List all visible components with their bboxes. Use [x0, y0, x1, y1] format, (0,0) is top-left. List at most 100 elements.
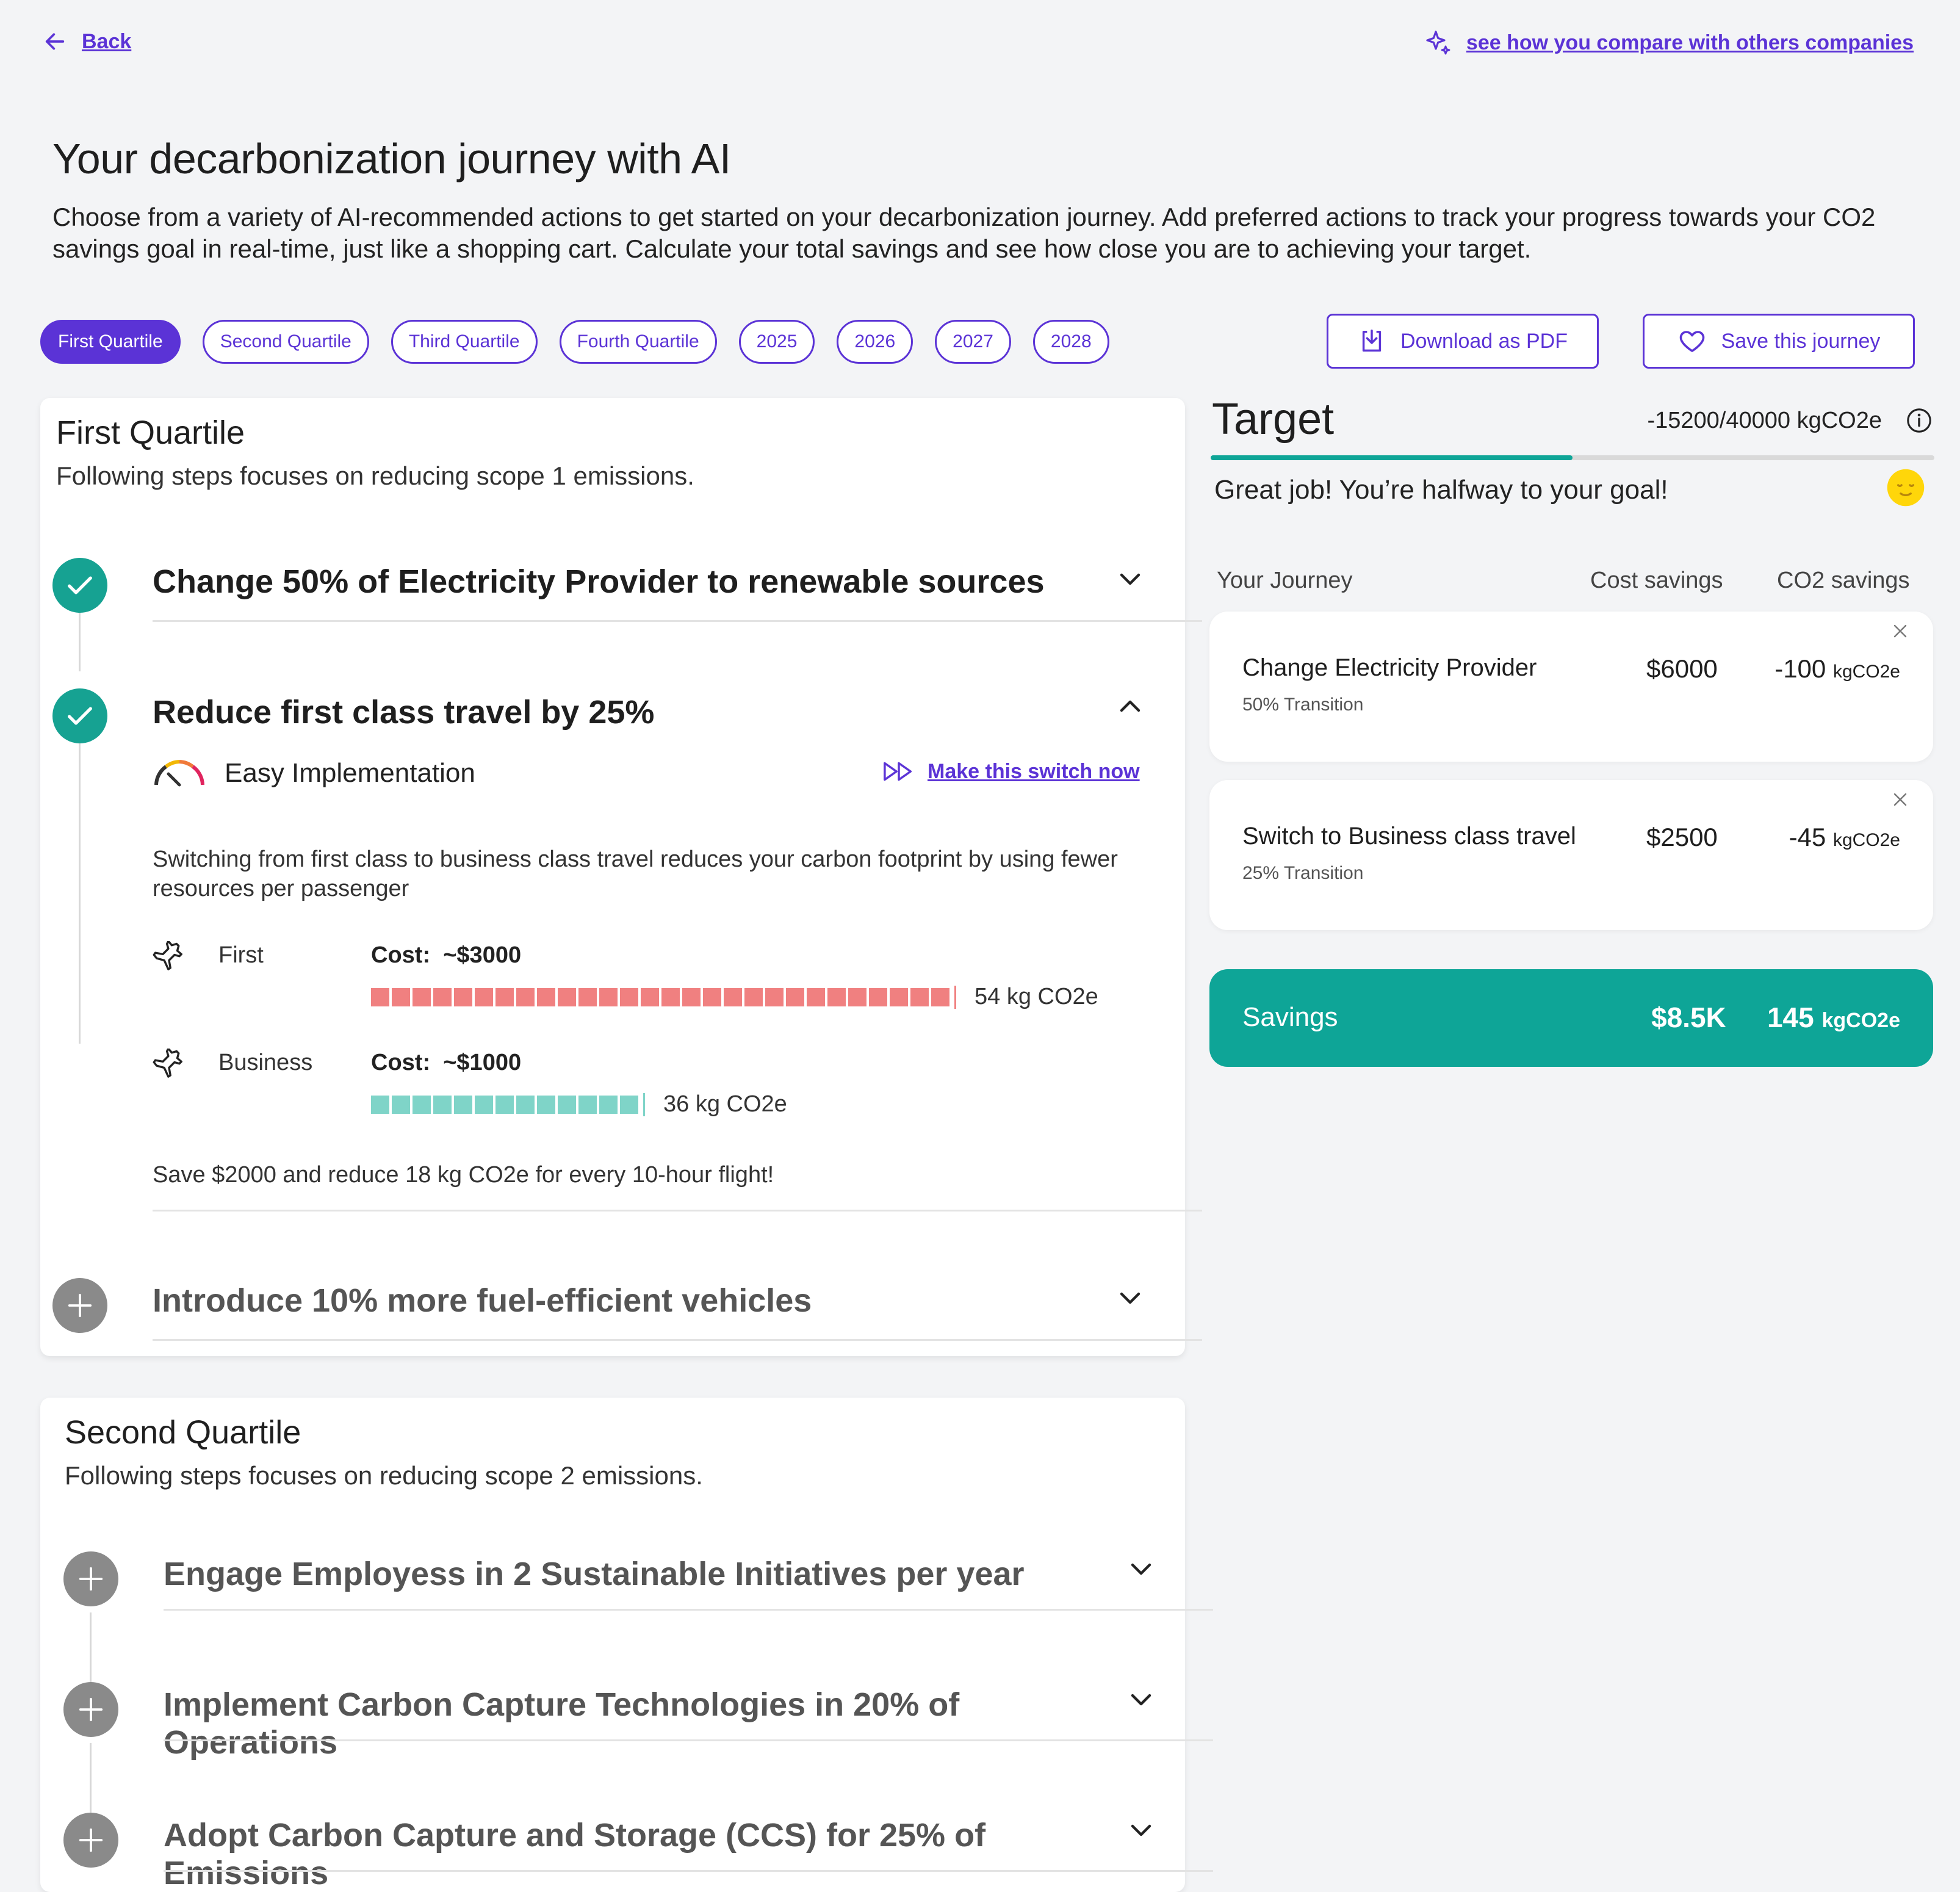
emissions-bar-first: 54 kg CO2e	[371, 984, 1098, 1010]
divider	[164, 1739, 1213, 1741]
smiley-icon	[1886, 468, 1926, 511]
emissions-bar-segment	[869, 988, 887, 1006]
savings-summary-bar: Savings $8.5K 145 kgCO2e	[1209, 969, 1933, 1067]
timeline-line	[90, 1612, 92, 1687]
heart-icon	[1679, 331, 1704, 352]
download-pdf-label: Download as PDF	[1400, 329, 1568, 353]
chevron-down-icon[interactable]	[1115, 1283, 1145, 1315]
add-step-button[interactable]	[63, 1551, 118, 1606]
emissions-bar-segment	[495, 1095, 514, 1114]
save-journey-button[interactable]: Save this journey	[1643, 314, 1915, 369]
chip-2026[interactable]: 2026	[837, 320, 913, 364]
emissions-bar-segment	[931, 988, 949, 1006]
chevron-up-icon[interactable]	[1115, 692, 1145, 724]
add-step-button[interactable]	[63, 1682, 118, 1737]
add-step-button[interactable]	[63, 1813, 118, 1868]
emissions-bar-segment	[744, 988, 763, 1006]
back-link[interactable]: Back	[43, 29, 131, 54]
emissions-bar-segment	[495, 988, 514, 1006]
header-co2-savings: CO2 savings	[1777, 568, 1910, 593]
close-icon[interactable]	[1889, 620, 1911, 645]
emissions-bar-segment	[558, 1095, 576, 1114]
emissions-bar-segment	[827, 988, 846, 1006]
arrow-left-icon	[45, 33, 65, 50]
chip-2025[interactable]: 2025	[738, 320, 815, 364]
save-journey-label: Save this journey	[1721, 329, 1881, 353]
emissions-bar-segment	[371, 1095, 389, 1114]
airplane-icon	[153, 940, 186, 977]
emissions-bar-segment	[454, 1095, 472, 1114]
emissions-bar-segment	[537, 1095, 555, 1114]
compare-link[interactable]: see how you compare with others companie…	[1424, 28, 1914, 57]
compare-label: see how you compare with others companie…	[1466, 31, 1914, 54]
plus-icon	[79, 1567, 103, 1591]
emissions-bar-segment	[890, 988, 908, 1006]
emissions-bar-segment	[392, 988, 410, 1006]
emissions-bar-segment	[620, 988, 638, 1006]
airplane-icon	[153, 1047, 186, 1085]
emissions-bar-segment	[433, 988, 452, 1006]
page-title: Your decarbonization journey with AI	[52, 135, 731, 182]
emissions-value-business: 36 kg CO2e	[663, 1091, 787, 1117]
close-icon[interactable]	[1889, 789, 1911, 814]
emissions-bar-segment	[682, 988, 701, 1006]
step-title-vehicles[interactable]: Introduce 10% more fuel-efficient vehicl…	[153, 1282, 1068, 1320]
emissions-bar-segment	[620, 1095, 638, 1114]
chip-2027[interactable]: 2027	[935, 320, 1011, 364]
emissions-bar-segment	[516, 1095, 535, 1114]
chevron-down-icon[interactable]	[1126, 1554, 1156, 1586]
make-switch-label: Make this switch now	[928, 759, 1140, 783]
emissions-bar-business: 36 kg CO2e	[371, 1091, 787, 1118]
emissions-bar-segment	[371, 988, 389, 1006]
step-description: Switching from first class to business c…	[153, 847, 1118, 901]
emissions-bar-segment	[578, 988, 597, 1006]
emissions-bar-segment	[516, 988, 535, 1006]
plus-icon	[68, 1293, 92, 1318]
journey-item-co2: -45 kgCO2e	[1789, 823, 1900, 851]
first-quartile-subtitle: Following steps focuses on reducing scop…	[56, 461, 694, 490]
timeline-line	[79, 612, 81, 671]
chevron-down-icon[interactable]	[1126, 1684, 1156, 1717]
step-title-ccs[interactable]: Adopt Carbon Capture and Storage (CCS) f…	[164, 1816, 1140, 1892]
step-title-electricity[interactable]: Change 50% of Electricity Provider to re…	[153, 563, 1068, 601]
emissions-bar-segment	[558, 988, 576, 1006]
check-icon	[68, 707, 92, 725]
emissions-bar-segment	[641, 988, 659, 1006]
emissions-value-first: 54 kg CO2e	[975, 984, 1098, 1009]
chevron-down-icon[interactable]	[1126, 1815, 1156, 1847]
chip-second-quartile[interactable]: Second Quartile	[202, 320, 369, 364]
add-step-button[interactable]	[52, 1278, 107, 1333]
plus-icon	[79, 1828, 103, 1852]
savings-co2: 145 kgCO2e	[1767, 1002, 1900, 1033]
step-complete-check[interactable]	[52, 688, 107, 743]
emissions-bar-segment	[703, 988, 721, 1006]
journey-item-subtitle: 50% Transition	[1242, 695, 1364, 715]
emissions-bar-segment	[786, 988, 804, 1006]
emissions-bar-segment	[599, 988, 618, 1006]
divider	[164, 1870, 1213, 1872]
first-quartile-title: First Quartile	[56, 414, 245, 451]
divider	[164, 1609, 1213, 1611]
emissions-bar-segment	[765, 988, 784, 1006]
option-cost-first: Cost: ~$3000	[371, 942, 522, 968]
step-title-carbon-capture[interactable]: Implement Carbon Capture Technologies in…	[164, 1686, 1140, 1761]
journey-item: Change Electricity Provider 50% Transiti…	[1209, 612, 1933, 762]
chip-third-quartile[interactable]: Third Quartile	[391, 320, 538, 364]
implementation-level: Easy Implementation	[225, 758, 475, 788]
emissions-bar-segment	[807, 988, 825, 1006]
emissions-bar-segment	[599, 1095, 618, 1114]
step-title-first-class[interactable]: Reduce first class travel by 25%	[153, 693, 1068, 731]
download-pdf-button[interactable]: Download as PDF	[1327, 314, 1599, 369]
step-complete-check[interactable]	[52, 558, 107, 613]
chip-first-quartile[interactable]: First Quartile	[40, 320, 181, 364]
chip-fourth-quartile[interactable]: Fourth Quartile	[559, 320, 717, 364]
emissions-bar-segment	[413, 1095, 431, 1114]
journey-item-cost: $6000	[1646, 654, 1718, 683]
make-switch-link[interactable]: Make this switch now	[882, 759, 1140, 784]
chevron-down-icon[interactable]	[1115, 564, 1145, 596]
chip-2028[interactable]: 2028	[1032, 320, 1109, 364]
target-title: Target	[1212, 395, 1335, 444]
header-cost-savings: Cost savings	[1590, 568, 1723, 593]
info-icon[interactable]	[1905, 406, 1933, 438]
step-title-employees[interactable]: Engage Employess in 2 Sustainable Initia…	[164, 1555, 1079, 1593]
